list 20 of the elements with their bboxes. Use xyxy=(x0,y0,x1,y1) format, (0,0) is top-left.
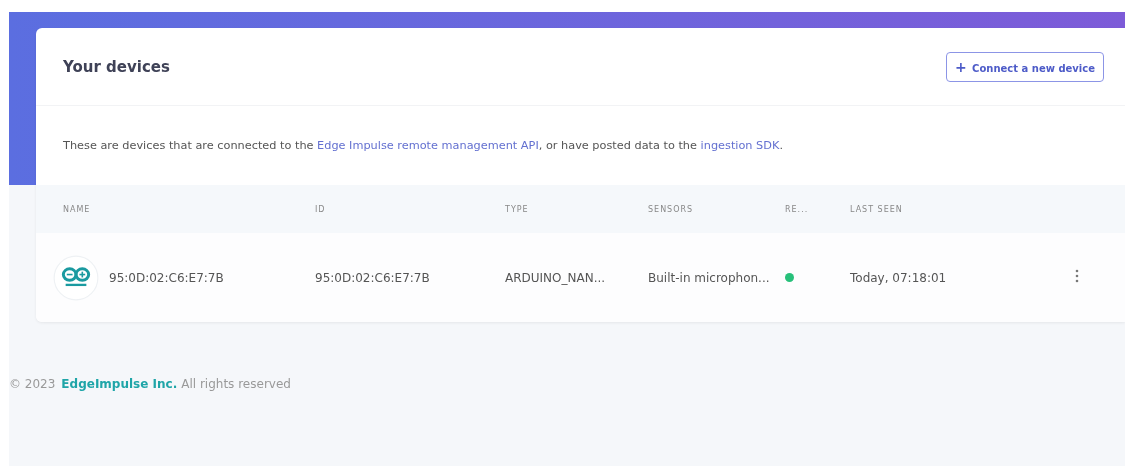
table-cell: 95:0D:02:C6:E7:7B xyxy=(109,270,224,285)
copyright-text: © 2023 xyxy=(9,377,56,391)
connect-device-button[interactable]: + Connect a new device xyxy=(945,51,1104,82)
device-logo-icon xyxy=(53,254,99,301)
column-header: ID xyxy=(315,204,327,214)
table-cell-text: 95:0D:02:C6:E7:7B xyxy=(315,270,431,285)
company-link[interactable]: EdgeImpulse Inc. xyxy=(61,377,178,391)
description-text: These are devices that are connected to the Edge Impulse remote management API, or have posted data to the ingestion SDK. xyxy=(62,138,784,154)
table-cell-text: Today, 07:18:01 xyxy=(850,270,948,285)
table-cell-text: ARDUINO_NAN... xyxy=(505,270,607,285)
column-header: TYPE xyxy=(505,204,530,214)
column-header: RE... xyxy=(785,204,810,214)
card-title: Your devices xyxy=(63,57,170,76)
description-link[interactable]: Edge Impulse remote management API xyxy=(317,139,539,152)
rights-text: All rights reserved xyxy=(181,377,291,391)
column-header: NAME xyxy=(63,204,92,214)
column-header: SENSORS xyxy=(648,204,695,214)
column-header: LAST SEEN xyxy=(850,204,904,214)
more-options-icon[interactable] xyxy=(1075,269,1079,283)
table-cell-text: Built-in microphon... xyxy=(648,270,771,285)
